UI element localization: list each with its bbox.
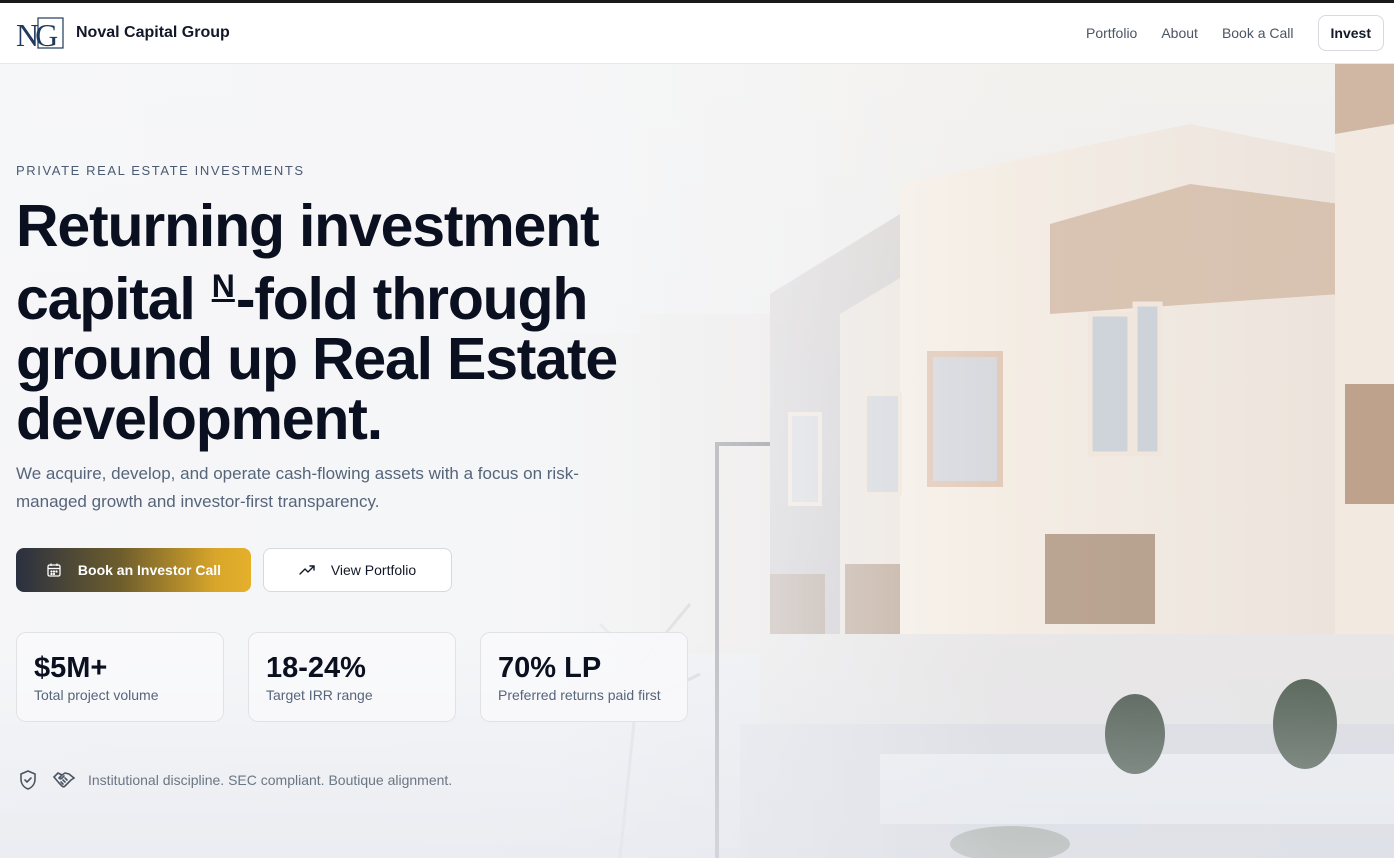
brand[interactable]: NG Noval Capital Group	[16, 16, 230, 50]
trust-strip: Institutional discipline. SEC compliant.…	[16, 768, 452, 792]
nav-link-about[interactable]: About	[1161, 25, 1198, 41]
brand-name: Noval Capital Group	[76, 24, 230, 41]
hero-eyebrow: PRIVATE REAL ESTATE INVESTMENTS	[16, 163, 305, 178]
stat-label: Preferred returns paid first	[498, 687, 661, 703]
headline-superscript: N	[211, 268, 235, 304]
hero-headline: Returning investment capital N-fold thro…	[16, 196, 656, 449]
view-portfolio-label: View Portfolio	[330, 562, 417, 578]
stat-label: Target IRR range	[266, 687, 373, 703]
shield-check-icon	[20, 770, 36, 790]
stat-value: 18-24%	[266, 652, 366, 684]
stat-card-volume: $5M+ Total project volume	[16, 632, 224, 722]
stat-card-irr: 18-24% Target IRR range	[248, 632, 456, 722]
ng-logo: NG	[16, 17, 64, 50]
hero-subheading: We acquire, develop, and operate cash-fl…	[16, 464, 579, 511]
site-header: NG Noval Capital Group Portfolio About B…	[0, 3, 1394, 64]
nav-link-book-call[interactable]: Book a Call	[1222, 25, 1294, 41]
trust-text: Institutional discipline. SEC compliant.…	[88, 772, 453, 788]
book-investor-call-label: Book an Investor Call	[77, 562, 222, 578]
stat-label: Total project volume	[34, 687, 159, 703]
main-nav: Portfolio About Book a Call Invest	[1086, 15, 1384, 51]
nav-link-portfolio[interactable]: Portfolio	[1086, 25, 1137, 41]
view-portfolio-button[interactable]: View Portfolio	[263, 548, 452, 592]
calendar-icon	[47, 563, 61, 577]
stat-value: $5M+	[34, 652, 108, 684]
svg-text:NG: NG	[16, 17, 58, 50]
hero-section: PRIVATE REAL ESTATE INVESTMENTS Returnin…	[0, 64, 1394, 858]
invest-button[interactable]: Invest	[1317, 15, 1384, 51]
book-investor-call-button[interactable]: Book an Investor Call	[16, 548, 251, 592]
stat-value: 70% LP	[498, 652, 602, 684]
trending-up-icon	[299, 565, 315, 575]
handshake-icon	[53, 772, 75, 788]
stat-card-lp: 70% LP Preferred returns paid first	[480, 632, 688, 722]
